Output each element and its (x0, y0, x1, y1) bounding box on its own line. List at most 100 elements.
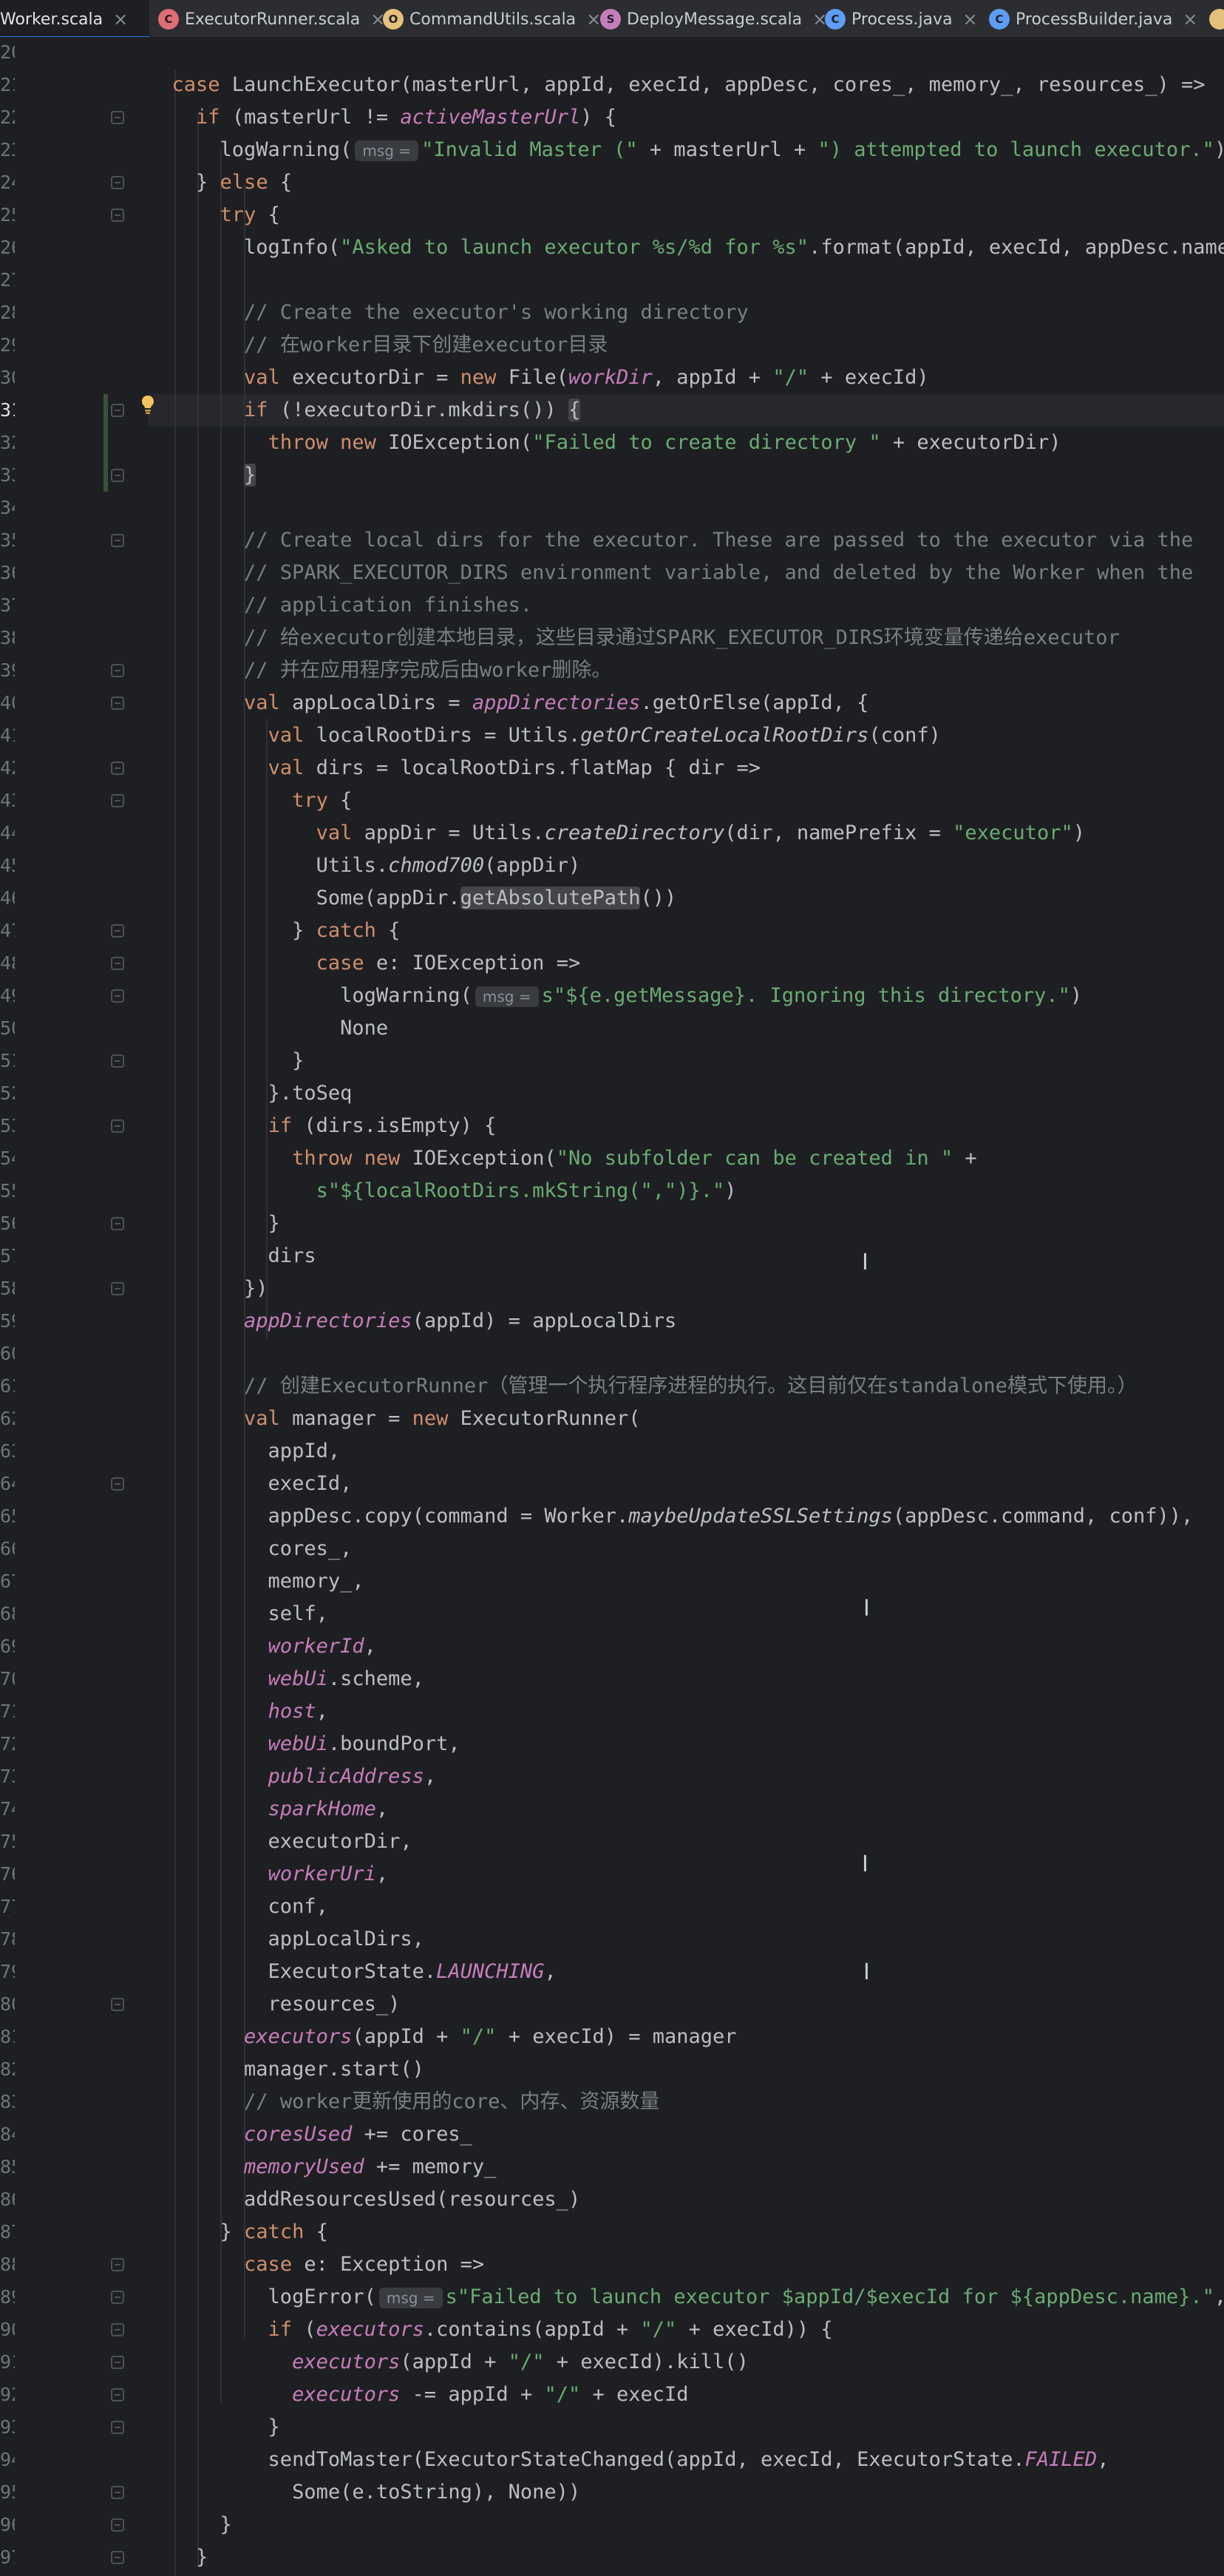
tab-deploymessage-scala[interactable]: S DeployMessage.scala × (591, 0, 827, 37)
code-line[interactable]: executors -= appId + "/" + execId (148, 2379, 688, 2411)
code-line[interactable]: resources_) (148, 1988, 401, 2021)
code-line[interactable]: }.toSeq (148, 1077, 353, 1110)
code-line[interactable]: // application finishes. (148, 589, 532, 622)
code-line[interactable]: } (148, 2509, 232, 2541)
code-line[interactable]: } (148, 459, 256, 492)
fold-marker-icon[interactable] (111, 1119, 124, 1133)
fold-marker-icon[interactable] (111, 2421, 124, 2434)
code-line[interactable]: workerUri, (148, 1858, 389, 1891)
tab-processbuilder-java[interactable]: C ProcessBuilder.java × (980, 0, 1209, 37)
tab-worker-scala[interactable]: OWorker.scala× (0, 0, 149, 37)
code-line[interactable]: throw new IOException("Failed to create … (148, 427, 1061, 459)
code-line[interactable]: Utils.chmod700(appDir) (148, 850, 581, 882)
code-editor[interactable]: case LaunchExecutor(masterUrl, appId, ex… (148, 38, 1224, 2576)
fold-marker-icon[interactable] (111, 404, 124, 417)
fold-marker-icon[interactable] (111, 664, 124, 677)
fold-marker-icon[interactable] (111, 469, 124, 482)
fold-marker-icon[interactable] (111, 2291, 124, 2304)
code-line[interactable]: if (executors.contains(appId + "/" + exe… (148, 2314, 833, 2346)
code-line[interactable]: val appLocalDirs = appDirectories.getOrE… (148, 687, 868, 719)
code-line[interactable]: logError(msg = s"Failed to launch executo… (148, 2281, 1224, 2314)
code-line[interactable]: // worker更新使用的core、内存、资源数量 (148, 2086, 659, 2118)
close-icon[interactable]: × (1183, 9, 1197, 30)
code-line[interactable]: if (!executorDir.mkdirs()) { (148, 394, 581, 427)
code-line[interactable]: webUi.boundPort, (148, 1728, 460, 1760)
code-line[interactable]: appId, (148, 1435, 341, 1468)
code-line[interactable]: throw new IOException("No subfolder can … (148, 1142, 977, 1175)
fold-marker-icon[interactable] (111, 2356, 124, 2369)
code-line[interactable]: val executorDir = new File(workDir, appI… (148, 362, 929, 394)
code-line[interactable]: Some(appDir.getAbsolutePath()) (148, 882, 676, 915)
code-line[interactable]: appDirectories(appId) = appLocalDirs (148, 1305, 676, 1338)
fold-marker-icon[interactable] (111, 957, 124, 970)
code-line[interactable]: } else { (148, 166, 292, 199)
close-icon[interactable]: × (963, 9, 978, 30)
code-line[interactable]: } catch { (148, 915, 400, 947)
code-line[interactable]: case e: IOException => (148, 947, 581, 980)
fold-marker-icon[interactable] (111, 1998, 124, 2011)
code-line[interactable]: try { (148, 784, 352, 817)
fold-marker-icon[interactable] (111, 924, 124, 938)
code-line[interactable]: publicAddress, (148, 1760, 437, 1793)
code-line[interactable]: }) (148, 1272, 268, 1305)
code-line[interactable]: manager.start() (148, 2053, 424, 2086)
fold-marker-icon[interactable] (111, 2486, 124, 2499)
code-line[interactable]: // 在worker目录下创建executor目录 (148, 329, 608, 362)
code-line[interactable]: // Create the executor's working directo… (148, 296, 749, 329)
fold-marker-icon[interactable] (111, 2323, 124, 2336)
code-line[interactable]: } (148, 2541, 208, 2574)
code-line[interactable]: sendToMaster(ExecutorStateChanged(appId,… (148, 2444, 1109, 2476)
fold-marker-icon[interactable] (111, 1477, 124, 1491)
code-line[interactable]: // 给executor创建本地目录，这些目录通过SPARK_EXECUTOR_… (148, 622, 1120, 654)
code-line[interactable]: val appDir = Utils.createDirectory(dir, … (148, 817, 1085, 850)
fold-marker-icon[interactable] (111, 176, 124, 189)
fold-marker-icon[interactable] (111, 534, 124, 547)
fold-marker-icon[interactable] (111, 696, 124, 710)
code-line[interactable]: // SPARK_EXECUTOR_DIRS environment varia… (148, 557, 1193, 589)
fold-marker-icon[interactable] (111, 2551, 124, 2564)
code-line[interactable]: val manager = new ExecutorRunner( (148, 1403, 640, 1435)
fold-marker-icon[interactable] (111, 2258, 124, 2271)
code-line[interactable]: executorDir, (148, 1826, 412, 1858)
code-line[interactable]: // 创建ExecutorRunner（管理一个执行程序进程的执行。这目前仅在s… (148, 1370, 1137, 1403)
code-line[interactable]: } catch { (148, 2216, 328, 2248)
code-line[interactable]: logInfo("Asked to launch executor %s/%d … (148, 231, 1224, 264)
fold-marker-icon[interactable] (111, 2518, 124, 2532)
fold-marker-icon[interactable] (111, 1054, 124, 1068)
fold-marker-icon[interactable] (111, 794, 124, 807)
code-line[interactable]: self, (148, 1598, 328, 1630)
fold-marker-icon[interactable] (111, 1217, 124, 1230)
fold-marker-icon[interactable] (111, 209, 124, 222)
code-line[interactable]: executors(appId + "/" + execId).kill() (148, 2346, 749, 2379)
code-line[interactable]: s"${localRootDirs.mkString(",")}.") (148, 1175, 737, 1207)
code-line[interactable]: appLocalDirs, (148, 1923, 424, 1956)
code-line[interactable]: val dirs = localRootDirs.flatMap { dir =… (148, 752, 761, 784)
code-line[interactable]: // 并在应用程序完成后由worker删除。 (148, 654, 611, 687)
code-line[interactable]: execId, (148, 1468, 353, 1500)
code-line[interactable]: memory_, (148, 1565, 364, 1598)
code-line[interactable]: appDesc.copy(command = Worker.maybeUpdat… (148, 1500, 1194, 1533)
code-line[interactable]: logWarning(msg = "Invalid Master (" + mas… (148, 134, 1224, 166)
code-line[interactable]: ExecutorState.LAUNCHING, (148, 1956, 557, 1988)
code-line[interactable]: Some(e.toString), None)) (148, 2476, 580, 2509)
code-line[interactable]: None (148, 1012, 388, 1045)
scala-object-icon[interactable] (1209, 9, 1224, 30)
code-line[interactable]: } (148, 2411, 280, 2444)
lightbulb-icon[interactable] (139, 394, 157, 415)
fold-marker-icon[interactable] (111, 1282, 124, 1295)
code-line[interactable]: memoryUsed += memory_ (148, 2151, 496, 2183)
code-line[interactable]: addResourcesUsed(resources_) (148, 2183, 580, 2216)
fold-marker-icon[interactable] (111, 762, 124, 775)
fold-marker-icon[interactable] (111, 2388, 124, 2402)
code-line[interactable]: host, (148, 1695, 328, 1728)
code-line[interactable]: // Create local dirs for the executor. T… (148, 524, 1193, 557)
code-line[interactable]: case e: Exception => (148, 2248, 484, 2281)
code-line[interactable]: logWarning(msg = s"${e.getMessage}. Ignor… (148, 980, 1082, 1012)
code-line[interactable]: webUi.scheme, (148, 1663, 424, 1695)
code-line[interactable]: sparkHome, (148, 1793, 389, 1826)
tab-process-java[interactable]: C Process.java × (816, 0, 980, 37)
tab-commandutils-scala[interactable]: O CommandUtils.scala × (374, 0, 601, 37)
code-line[interactable]: dirs (148, 1240, 316, 1272)
fold-marker-icon[interactable] (111, 111, 124, 124)
code-line[interactable]: if (dirs.isEmpty) { (148, 1110, 497, 1142)
